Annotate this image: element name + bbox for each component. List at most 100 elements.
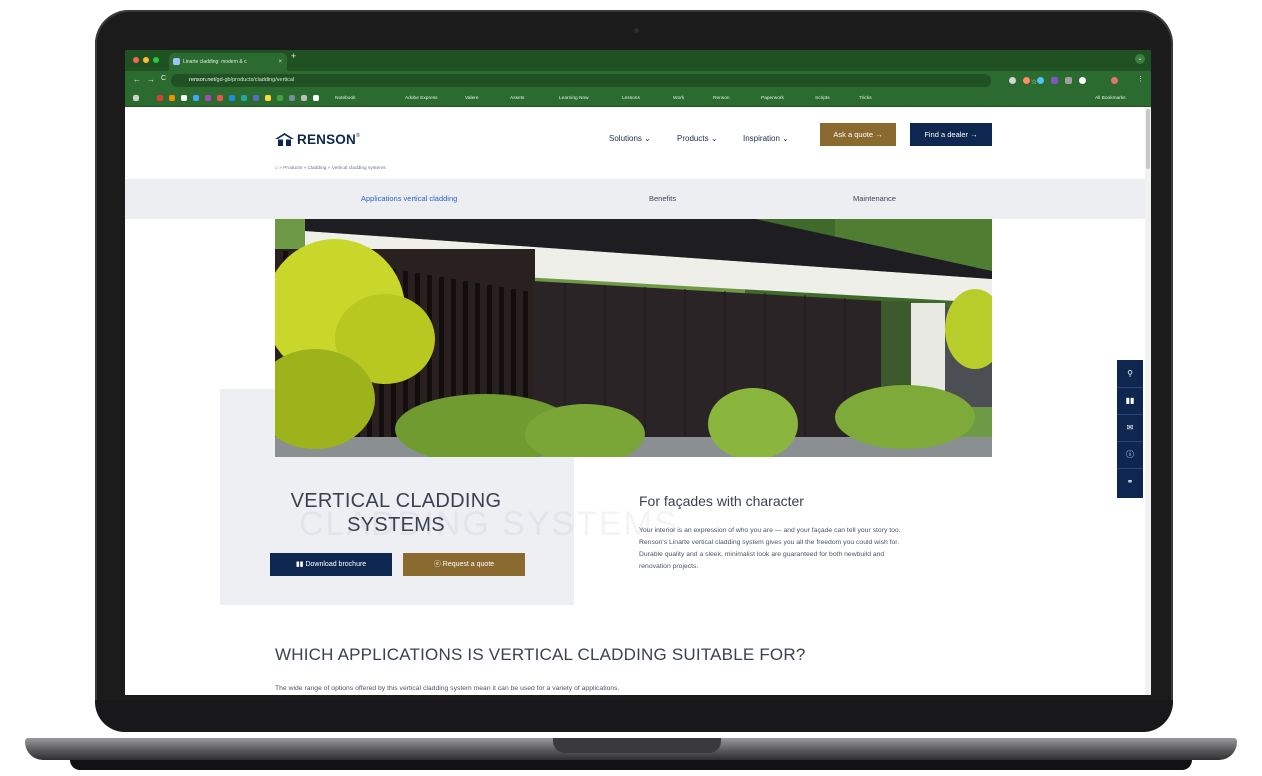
nav-products[interactable]: Products ⌄ xyxy=(677,134,718,143)
share-icon[interactable]: ⚭ xyxy=(1117,468,1143,495)
euro-icon: ⓔ xyxy=(433,561,441,568)
side-action-rail: ⚲ ▮▮ ✉ ⓘ ⚭ xyxy=(1117,360,1143,498)
forward-icon[interactable]: → xyxy=(147,75,155,84)
intro-heading: For façades with character xyxy=(639,493,804,509)
bookmark-scripts[interactable]: Scripts xyxy=(815,91,830,106)
extension-icon[interactable] xyxy=(1009,77,1016,84)
extension-icon[interactable] xyxy=(1023,77,1030,84)
extension-icon[interactable] xyxy=(1037,77,1044,84)
page-title: VERTICAL CLADDING SYSTEMS xyxy=(290,490,502,536)
browser-tab[interactable]: Linarte cladding: modern & c × xyxy=(169,53,287,71)
browser-menu-icon[interactable]: ⋮ xyxy=(1137,75,1144,83)
camera-icon xyxy=(634,28,639,33)
book-icon: ▮▮ xyxy=(295,561,304,568)
address-bar-row: ← → C renson.net/gd-gb/products/cladding… xyxy=(125,71,1151,91)
bookmark-adobe-express[interactable]: Adobe Express xyxy=(405,91,438,106)
extension-icon[interactable] xyxy=(1051,77,1058,84)
mail-icon[interactable]: ✉ xyxy=(1117,414,1143,442)
window-zoom-dot[interactable] xyxy=(153,57,159,63)
chevron-down-icon: ⌄ xyxy=(710,134,718,143)
subnav-maintenance[interactable]: Maintenance xyxy=(853,194,896,203)
url-path: /gd-gb/products/cladding/vertical xyxy=(215,77,295,83)
ask-quote-button[interactable]: Ask a quote → xyxy=(820,123,896,146)
brochure-icon[interactable]: ▮▮ xyxy=(1117,387,1143,415)
all-bookmarks[interactable]: All Bookmarks xyxy=(1095,91,1126,106)
request-quote-button[interactable]: ⓔ Request a quote xyxy=(403,553,525,576)
bookmark-favicon-icon[interactable] xyxy=(253,95,259,101)
applications-heading: WHICH APPLICATIONS IS VERTICAL CLADDING … xyxy=(275,645,806,664)
bookmark-favicon-icon[interactable] xyxy=(193,95,199,101)
tab-close-icon[interactable]: × xyxy=(278,53,282,71)
bookmark-work[interactable]: Work xyxy=(673,91,684,106)
breadcrumb[interactable]: ⌂ » Products » Cladding » Vertical cladd… xyxy=(275,166,386,171)
logo-registered: ® xyxy=(355,133,360,139)
bookmark-favicon-icon[interactable] xyxy=(169,95,175,101)
bookmark-notebook[interactable]: Notebook xyxy=(335,91,356,106)
bookmark-favicon-icon[interactable] xyxy=(157,95,163,101)
subnav-applications[interactable]: Applications vertical cladding xyxy=(361,194,457,203)
laptop-bezel xyxy=(95,700,1173,732)
chevron-down-icon: ⌄ xyxy=(782,134,789,143)
screen: Linarte cladding: modern & c × + ⌄ ← → C… xyxy=(125,50,1151,695)
bookmark-favicon-icon[interactable] xyxy=(265,95,271,101)
info-icon[interactable]: ⓘ xyxy=(1117,441,1143,469)
section-subnav: Applications vertical cladding Benefits … xyxy=(125,179,1145,219)
bookmark-favicon-icon[interactable] xyxy=(289,95,295,101)
applications-text: The wide range of options offered by thi… xyxy=(275,685,620,692)
bookmark-favicon-icon[interactable] xyxy=(301,95,307,101)
download-brochure-button[interactable]: ▮▮ Download brochure xyxy=(270,553,392,576)
nav-inspiration[interactable]: Inspiration ⌄ xyxy=(743,134,789,143)
new-tab-button[interactable]: + xyxy=(291,51,296,61)
nav-solutions[interactable]: Solutions ⌄ xyxy=(609,134,651,143)
bookmark-lessons[interactable]: Lessons xyxy=(622,91,640,106)
window-minimize-dot[interactable] xyxy=(143,57,149,63)
bookmark-favicon-icon[interactable] xyxy=(205,95,211,101)
bookmark-paperwork[interactable]: Paperwork xyxy=(761,91,784,106)
nav-inspiration-label: Inspiration xyxy=(743,134,780,143)
subnav-benefits[interactable]: Benefits xyxy=(649,194,676,203)
url-host: renson.net xyxy=(189,77,215,83)
address-bar[interactable]: renson.net/gd-gb/products/cladding/verti… xyxy=(171,74,1037,87)
bookmark-valere[interactable]: Valere xyxy=(465,91,479,106)
download-brochure-label: Download brochure xyxy=(305,561,367,568)
extension-icon[interactable] xyxy=(1065,77,1072,84)
hero-image xyxy=(275,219,992,457)
bookmark-learning-now[interactable]: Learning Now xyxy=(559,91,589,106)
bookmark-renson[interactable]: Renson xyxy=(713,91,730,106)
laptop-base-shadow xyxy=(70,760,1192,770)
renson-roof-logo-icon xyxy=(275,132,294,146)
logo-text: RENSON xyxy=(297,131,356,147)
tab-title: Linarte cladding: modern & c xyxy=(183,59,247,65)
bookmark-tricks[interactable]: Tricks xyxy=(859,91,872,106)
hero-house-photo xyxy=(275,219,992,457)
chevron-down-icon: ⌄ xyxy=(644,134,651,143)
profile-avatar[interactable] xyxy=(1111,77,1118,84)
apps-grid-icon[interactable] xyxy=(133,95,139,101)
page-scrollbar[interactable] xyxy=(1145,107,1151,695)
reload-icon[interactable]: C xyxy=(161,75,166,82)
back-icon[interactable]: ← xyxy=(133,75,141,84)
nav-solutions-label: Solutions xyxy=(609,134,642,143)
request-quote-label: Request a quote xyxy=(442,561,495,568)
laptop-hinge-notch xyxy=(553,738,721,753)
extension-icon[interactable] xyxy=(1079,77,1086,84)
bookmarks-bar: Notebook Adobe Express Valere Assets Lea… xyxy=(125,91,1151,107)
find-dealer-button[interactable]: Find a dealer → xyxy=(910,123,992,146)
bookmark-favicon-icon[interactable] xyxy=(313,95,319,101)
bookmark-assets[interactable]: Assets xyxy=(510,91,524,106)
url-text: renson.net/gd-gb/products/cladding/verti… xyxy=(189,74,294,87)
bookmark-favicon-icon[interactable] xyxy=(277,95,283,101)
renson-logo[interactable]: RENSON ® xyxy=(275,131,360,147)
bookmark-favicon-icon[interactable] xyxy=(229,95,235,101)
renson-favicon-icon xyxy=(173,58,180,65)
window-close-dot[interactable] xyxy=(133,57,139,63)
browser-tab-bar: Linarte cladding: modern & c × + ⌄ xyxy=(125,50,1151,71)
map-pin-icon[interactable]: ⚲ xyxy=(1117,360,1143,388)
bookmark-favicon-icon[interactable] xyxy=(241,95,247,101)
tab-search-button[interactable]: ⌄ xyxy=(1135,54,1145,64)
bookmark-favicon-icon[interactable] xyxy=(217,95,223,101)
nav-products-label: Products xyxy=(677,134,709,143)
scrollbar-thumb[interactable] xyxy=(1146,109,1150,169)
bookmark-favicon-icon[interactable] xyxy=(181,95,187,101)
intro-paragraph: Your interior is an expression of who yo… xyxy=(639,527,901,570)
